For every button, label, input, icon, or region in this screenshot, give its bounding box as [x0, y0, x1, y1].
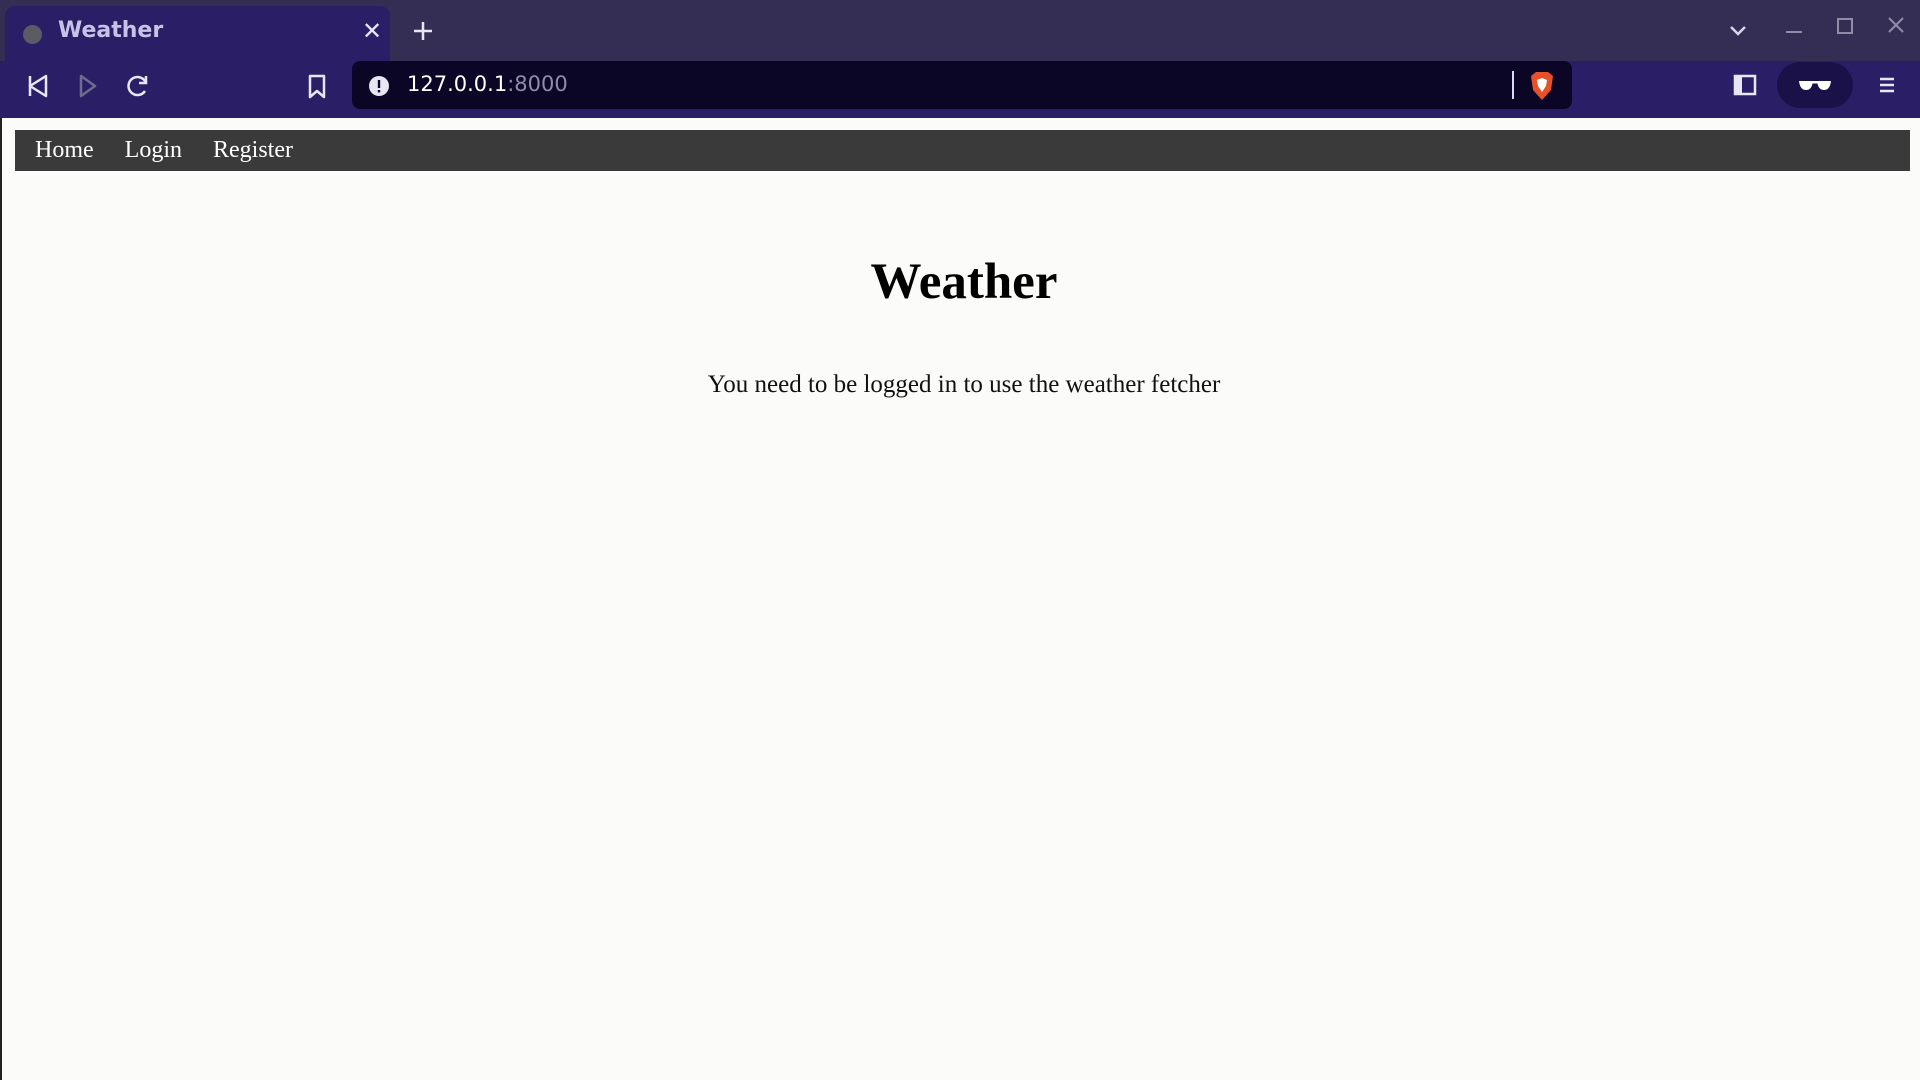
address-host: 127.0.0.1 — [407, 72, 508, 96]
plus-icon[interactable] — [406, 14, 440, 48]
nav-register-link[interactable]: Register — [213, 137, 293, 164]
address-bar[interactable]: 127.0.0.1:8000 — [352, 61, 1572, 109]
nav-home-link[interactable]: Home — [35, 137, 94, 164]
chevron-down-icon[interactable] — [1720, 12, 1756, 48]
top-navbar: Home Login Register — [15, 130, 1910, 171]
maximize-icon[interactable] — [1827, 12, 1863, 48]
page-viewport: Home Login Register Weather You need to … — [0, 118, 1920, 1080]
tab-strip: Weather ✕ — [0, 0, 1920, 62]
browser-chrome: Weather ✕ 127.0.0.1:8000 — [0, 0, 1920, 118]
sidebar-icon[interactable] — [1728, 68, 1762, 102]
menu-icon[interactable] — [1870, 68, 1904, 102]
tab-weather[interactable]: Weather ✕ — [5, 6, 390, 62]
login-required-message: You need to be logged in to use the weat… — [707, 371, 1221, 398]
bookmark-icon[interactable] — [297, 66, 337, 106]
globe-icon — [23, 25, 42, 44]
brave-shield-icon[interactable] — [1528, 71, 1556, 101]
address-divider — [1512, 71, 1514, 99]
address-text[interactable]: 127.0.0.1:8000 — [407, 72, 568, 96]
nav-login-link[interactable]: Login — [125, 137, 182, 164]
page-title: Weather — [870, 254, 1058, 310]
close-icon[interactable] — [1878, 12, 1914, 48]
reload-icon[interactable] — [118, 66, 158, 106]
site-info-icon[interactable] — [368, 75, 390, 97]
private-glasses-icon[interactable] — [1777, 62, 1853, 108]
address-port: :8000 — [507, 72, 568, 96]
tab-close-icon[interactable]: ✕ — [357, 16, 387, 46]
back-icon[interactable] — [18, 66, 58, 106]
forward-icon[interactable] — [67, 66, 107, 106]
minimize-icon[interactable] — [1776, 12, 1812, 48]
tab-title: Weather — [58, 18, 164, 43]
